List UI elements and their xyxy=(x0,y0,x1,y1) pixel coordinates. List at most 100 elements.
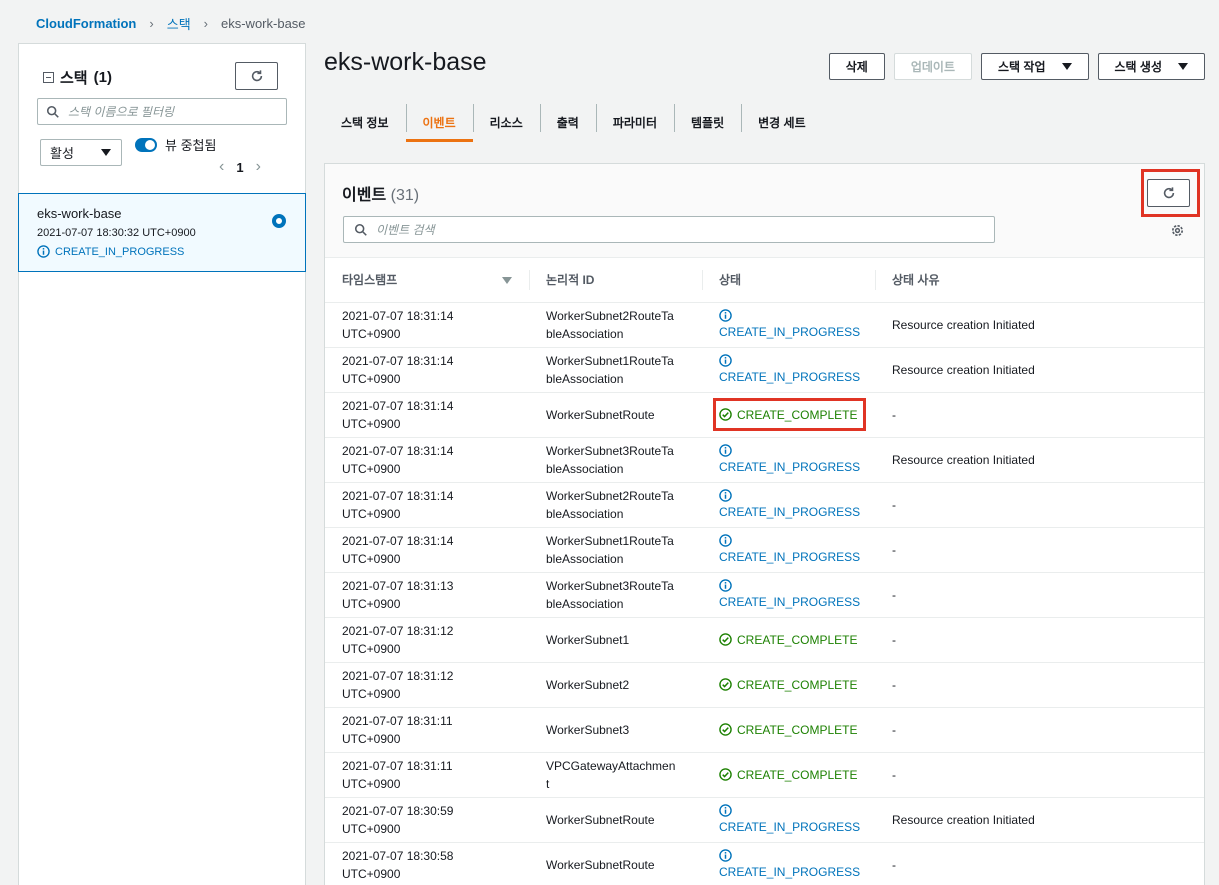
table-row: 2021-07-07 18:30:59 UTC+0900 WorkerSubnetR… xyxy=(325,797,1204,842)
stack-list-item[interactable]: eks-work-base 2021-07-07 18:30:32 UTC+09… xyxy=(18,193,306,272)
status-text: CREATE_COMPLETE xyxy=(737,767,858,782)
status-text: CREATE_IN_PROGRESS xyxy=(719,819,861,834)
breadcrumb-cloudformation[interactable]: CloudFormation xyxy=(36,16,136,31)
events-count: (31) xyxy=(390,187,420,204)
column-header-status: 상태 xyxy=(702,258,875,302)
cell-timestamp: 2021-07-07 18:31:11 UTC+0900 xyxy=(325,707,529,752)
info-icon xyxy=(719,443,732,457)
cell-timestamp: 2021-07-07 18:31:12 UTC+0900 xyxy=(325,662,529,707)
events-search-input[interactable] xyxy=(376,222,576,237)
info-icon xyxy=(37,245,50,258)
logical-id-line2: bleAssociation xyxy=(546,371,624,386)
cell-status: CREATE_IN_PROGRESS xyxy=(702,482,875,527)
timestamp-date: 2021-07-07 18:30:59 xyxy=(342,803,454,818)
cell-status-reason: Resource creation Initiated xyxy=(892,317,1035,332)
next-page-icon[interactable]: › xyxy=(256,158,261,176)
delete-button[interactable]: 삭제 xyxy=(828,53,885,80)
timestamp-date: 2021-07-07 18:31:14 xyxy=(342,533,454,548)
tab-template[interactable]: 템플릿 xyxy=(674,102,741,142)
prev-page-icon[interactable]: ‹ xyxy=(219,158,224,176)
timestamp-date: 2021-07-07 18:31:13 xyxy=(342,578,454,593)
status-in-progress: CREATE_IN_PROGRESS xyxy=(719,578,875,611)
current-page[interactable]: 1 xyxy=(236,160,243,175)
tab-resources[interactable]: 리소스 xyxy=(472,102,540,142)
cell-status: CREATE_IN_PROGRESS xyxy=(702,347,875,392)
cell-status: CREATE_IN_PROGRESS xyxy=(702,572,875,617)
table-row: 2021-07-07 18:31:13 UTC+0900 WorkerSubnet3… xyxy=(325,572,1204,617)
events-table: 타임스탬프 논리적 ID 상태 상태 사유 2021-07-07 18:31:1… xyxy=(325,258,1204,885)
gear-icon[interactable] xyxy=(1170,223,1185,238)
info-icon xyxy=(719,488,732,502)
logical-id-line2: bleAssociation xyxy=(546,596,624,611)
check-circle-icon xyxy=(719,723,732,736)
logical-id-line1: VPCGatewayAttachmen xyxy=(546,758,676,773)
status-in-progress: CREATE_IN_PROGRESS xyxy=(719,308,875,341)
sidebar-refresh-button[interactable] xyxy=(235,62,278,90)
events-refresh-button[interactable] xyxy=(1147,179,1190,207)
info-icon xyxy=(719,308,732,322)
stack-filter-field[interactable] xyxy=(37,98,287,125)
stack-actions-button[interactable]: 스택 작업 xyxy=(981,53,1089,80)
logical-id-line2: bleAssociation xyxy=(546,551,624,566)
breadcrumb-current: eks-work-base xyxy=(221,16,306,31)
tab-change-sets[interactable]: 변경 세트 xyxy=(741,102,823,142)
cell-status: CREATE_IN_PROGRESS xyxy=(702,302,875,347)
timestamp-zone: UTC+0900 xyxy=(342,776,401,791)
cell-status-reason: - xyxy=(892,542,896,557)
cell-logical-id: WorkerSubnet2RouteTa bleAssociation xyxy=(529,302,702,347)
sidebar-count: (1) xyxy=(93,69,112,86)
cell-status-reason: - xyxy=(892,497,896,512)
tab-stack-info[interactable]: 스택 정보 xyxy=(324,102,406,142)
table-row: 2021-07-07 18:31:12 UTC+0900 WorkerSubnet1… xyxy=(325,617,1204,662)
table-row: 2021-07-07 18:31:14 UTC+0900 WorkerSubnet2… xyxy=(325,302,1204,347)
stack-radio[interactable] xyxy=(272,214,286,228)
status-in-progress: CREATE_IN_PROGRESS xyxy=(719,848,875,881)
caret-down-icon xyxy=(1061,63,1072,70)
status-text: CREATE_COMPLETE xyxy=(737,677,858,692)
create-stack-button[interactable]: 스택 생성 xyxy=(1097,53,1205,80)
cell-timestamp: 2021-07-07 18:31:12 UTC+0900 xyxy=(325,617,529,662)
nested-view-toggle[interactable] xyxy=(135,137,157,152)
chevron-right-icon: › xyxy=(203,16,208,31)
cell-timestamp: 2021-07-07 18:30:59 UTC+0900 xyxy=(325,797,529,842)
logical-id-line1: WorkerSubnet3RouteTa xyxy=(546,443,674,458)
status-in-progress: CREATE_IN_PROGRESS xyxy=(719,443,875,476)
events-search-field[interactable] xyxy=(343,216,995,243)
breadcrumb: CloudFormation › 스택 › eks-work-base xyxy=(36,14,306,33)
page-title: eks-work-base xyxy=(324,48,487,76)
stack-name[interactable]: eks-work-base xyxy=(37,206,287,221)
check-circle-icon xyxy=(719,633,732,646)
status-select[interactable]: 활성 xyxy=(40,139,122,166)
logical-id-line1: WorkerSubnet1RouteTa xyxy=(546,353,674,368)
cell-logical-id: WorkerSubnetRoute xyxy=(529,392,702,437)
sort-down-icon[interactable] xyxy=(502,277,512,284)
cell-status-reason: Resource creation Initiated xyxy=(892,452,1035,467)
collapse-icon[interactable] xyxy=(43,72,54,83)
check-circle-icon xyxy=(719,678,732,691)
check-circle-icon xyxy=(719,408,732,421)
status-text: CREATE_IN_PROGRESS xyxy=(719,864,861,879)
stack-time: 2021-07-07 18:30:32 UTC+0900 xyxy=(37,227,196,239)
logical-id-line1: WorkerSubnet2 xyxy=(546,677,630,692)
cell-logical-id: WorkerSubnet2 xyxy=(529,662,702,707)
tab-events[interactable]: 이벤트 xyxy=(405,102,473,142)
cell-logical-id: WorkerSubnet1 xyxy=(529,617,702,662)
update-button[interactable]: 업데이트 xyxy=(893,53,972,80)
table-row: 2021-07-07 18:31:12 UTC+0900 WorkerSubnet2… xyxy=(325,662,1204,707)
column-header-logical-id: 논리적 ID xyxy=(529,258,702,302)
stack-actions-label: 스택 작업 xyxy=(998,60,1046,74)
nested-view-toggle-wrap: 뷰 중첩됨 xyxy=(135,135,216,154)
table-row: 2021-07-07 18:31:11 UTC+0900 WorkerSubnet3… xyxy=(325,707,1204,752)
tab-parameters[interactable]: 파라미터 xyxy=(595,102,674,142)
status-text: CREATE_IN_PROGRESS xyxy=(719,369,861,384)
column-header-timestamp[interactable]: 타임스탬프 xyxy=(325,258,529,302)
status-complete: CREATE_COMPLETE xyxy=(719,766,875,784)
breadcrumb-stacks[interactable]: 스택 xyxy=(167,14,191,33)
cell-timestamp: 2021-07-07 18:31:14 UTC+0900 xyxy=(325,527,529,572)
cell-status: CREATE_IN_PROGRESS xyxy=(702,437,875,482)
tab-outputs[interactable]: 출력 xyxy=(539,102,596,142)
stack-filter-input[interactable] xyxy=(68,104,268,119)
timestamp-date: 2021-07-07 18:31:14 xyxy=(342,353,454,368)
info-icon xyxy=(719,533,732,547)
status-in-progress: CREATE_IN_PROGRESS xyxy=(719,803,875,836)
